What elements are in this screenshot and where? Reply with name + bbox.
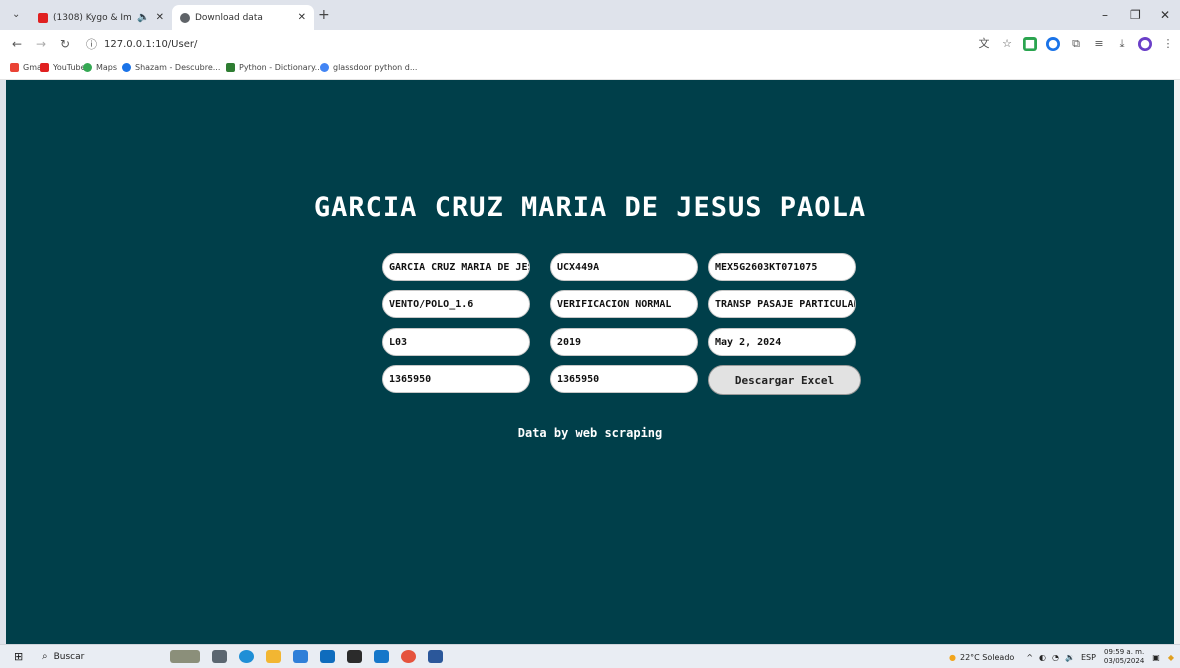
- network-icon[interactable]: ◔: [1052, 653, 1059, 662]
- maps-icon: [83, 63, 92, 72]
- number-field-1[interactable]: 1365950: [382, 365, 530, 393]
- start-button[interactable]: ⊞: [14, 649, 23, 664]
- new-tab-icon[interactable]: +: [318, 7, 330, 23]
- reading-list-icon[interactable]: ≡: [1092, 37, 1106, 51]
- browser-toolbar: ← → ↻ ⓘ 127.0.0.1:10/User/ 文 ☆ ■ ● ⧉ ≡ ⤓…: [0, 30, 1180, 59]
- bookmark-label: Python - Dictionary...: [239, 63, 323, 72]
- year-field[interactable]: 2019: [550, 328, 698, 356]
- bookmark-label: glassdoor python d...: [333, 63, 418, 72]
- settings-app-icon[interactable]: [293, 650, 308, 663]
- bookmark-python-dictionary[interactable]: Python - Dictionary...: [226, 63, 322, 72]
- youtube-icon: [38, 12, 48, 23]
- service-type-field[interactable]: TRANSP PASAJE PARTICULAR: [708, 290, 856, 318]
- model-field[interactable]: VENTO/POLO_1.6: [382, 290, 530, 318]
- google-icon: [320, 63, 329, 72]
- plate-field[interactable]: UCX449A: [550, 253, 698, 281]
- tab-strip: ⌄ (1308) Kygo & Imagine Dra 🔈 ✕ Download…: [0, 0, 1180, 30]
- tray-apps-icon[interactable]: ◐: [1039, 653, 1046, 662]
- vin-field[interactable]: MEX5G2603KT071075: [708, 253, 856, 281]
- bookmark-label: Shazam - Descubre...: [135, 63, 221, 72]
- time-text: 09:59 a. m.: [1104, 648, 1145, 656]
- page-content: GARCIA CRUZ MARIA DE JESUS PAOLA GARCIA …: [6, 80, 1174, 644]
- globe-icon: [180, 12, 190, 23]
- vscode-icon[interactable]: [374, 650, 389, 663]
- gmail-icon: [10, 63, 19, 72]
- search-icon: ⌕: [42, 651, 48, 662]
- task-view-icon[interactable]: [212, 650, 227, 663]
- edge-icon[interactable]: [239, 650, 254, 663]
- address-bar[interactable]: ⓘ 127.0.0.1:10/User/: [82, 34, 932, 54]
- credit-text: Data by web scraping: [517, 426, 663, 440]
- number-field-2[interactable]: 1365950: [550, 365, 698, 393]
- search-placeholder: Buscar: [53, 651, 85, 662]
- download-excel-button[interactable]: Descargar Excel: [708, 365, 861, 395]
- date-text: 03/05/2024: [1103, 657, 1145, 665]
- windows-icon: ⊞: [14, 650, 24, 663]
- bookmark-label: Maps: [96, 63, 118, 72]
- toolbar-icons: 文 ☆ ■ ● ⧉ ≡ ⤓ ● ⋮: [968, 36, 1175, 52]
- menu-kebab-icon[interactable]: ⋮: [1161, 37, 1175, 51]
- profile-avatar-icon[interactable]: ●: [1138, 37, 1152, 51]
- scrollbar[interactable]: [1174, 80, 1180, 644]
- close-tab-icon[interactable]: ✕: [156, 12, 164, 23]
- bookmark-star-icon[interactable]: ☆: [1000, 37, 1014, 51]
- speaker-icon: 🔈: [137, 12, 150, 23]
- bookmark-maps[interactable]: Maps: [83, 63, 117, 72]
- search-highlight-icon[interactable]: [170, 650, 200, 663]
- restore-icon[interactable]: ❐: [1130, 8, 1141, 22]
- taskbar-search[interactable]: ⌕ Buscar: [42, 649, 84, 664]
- word-icon[interactable]: [428, 650, 443, 663]
- terminal-icon[interactable]: [347, 650, 362, 663]
- weather-text[interactable]: 22°C Soleado: [960, 653, 1014, 662]
- site-info-icon[interactable]: ⓘ: [86, 36, 97, 52]
- translate-icon[interactable]: 文: [977, 37, 991, 51]
- copilot-icon[interactable]: ◆: [1168, 653, 1174, 662]
- language-indicator[interactable]: ESP: [1081, 653, 1096, 662]
- youtube-icon: [40, 63, 49, 72]
- back-icon[interactable]: ←: [12, 37, 22, 51]
- tab-youtube[interactable]: (1308) Kygo & Imagine Dra 🔈 ✕: [30, 5, 172, 30]
- extension-green-icon[interactable]: ■: [1023, 37, 1037, 51]
- tab-label: (1308) Kygo & Imagine Dra: [53, 12, 132, 23]
- page-title: GARCIA CRUZ MARIA DE JESUS PAOLA: [313, 192, 867, 223]
- bookmark-shazam[interactable]: Shazam - Descubre...: [122, 63, 220, 72]
- chrome-icon[interactable]: [401, 650, 416, 663]
- tab-download-data[interactable]: Download data ✕: [172, 5, 314, 30]
- date-field[interactable]: May 2, 2024: [708, 328, 856, 356]
- code-field[interactable]: L03: [382, 328, 530, 356]
- bookmark-glassdoor[interactable]: glassdoor python d...: [320, 63, 417, 72]
- bookmark-youtube[interactable]: YouTube: [40, 63, 86, 72]
- url-text: 127.0.0.1:10/User/: [104, 38, 198, 50]
- tab-label: Download data: [195, 12, 263, 23]
- forward-icon[interactable]: →: [36, 37, 46, 51]
- reload-icon[interactable]: ↻: [60, 37, 70, 51]
- bookmarks-bar: Gmail YouTube Maps Shazam - Descubre... …: [0, 59, 1180, 80]
- extension-blue-icon[interactable]: ●: [1046, 37, 1060, 51]
- weather-sun-icon: ●: [949, 652, 956, 662]
- tab-search-chevron-icon[interactable]: ⌄: [12, 9, 20, 20]
- store-icon[interactable]: [320, 650, 335, 663]
- minimize-icon[interactable]: –: [1102, 8, 1108, 22]
- close-window-icon[interactable]: ✕: [1160, 8, 1170, 22]
- file-explorer-icon[interactable]: [266, 650, 281, 663]
- download-icon[interactable]: ⤓: [1115, 37, 1129, 51]
- extensions-puzzle-icon[interactable]: ⧉: [1069, 37, 1083, 51]
- clock[interactable]: 09:59 a. m. 03/05/2024: [1104, 648, 1144, 666]
- name-field[interactable]: GARCIA CRUZ MARIA DE JESUS PAOLA: [382, 253, 530, 281]
- tray-chevron-icon[interactable]: ^: [1026, 653, 1033, 662]
- notifications-icon[interactable]: ▣: [1152, 653, 1160, 662]
- shazam-icon: [122, 63, 131, 72]
- w-icon: [226, 63, 235, 72]
- system-tray: ● 22°C Soleado ^ ◐ ◔ 🔉 ESP 09:59 a. m. 0…: [949, 647, 1174, 667]
- taskbar: ⊞ ⌕ Buscar ● 22°C Soleado ^ ◐ ◔ 🔉 ESP 09…: [0, 644, 1180, 668]
- bookmark-label: YouTube: [53, 63, 86, 72]
- close-tab-icon[interactable]: ✕: [298, 12, 306, 23]
- volume-icon[interactable]: 🔉: [1065, 653, 1075, 662]
- taskbar-apps: [170, 649, 455, 664]
- verification-type-field[interactable]: VERIFICACION NORMAL: [550, 290, 698, 318]
